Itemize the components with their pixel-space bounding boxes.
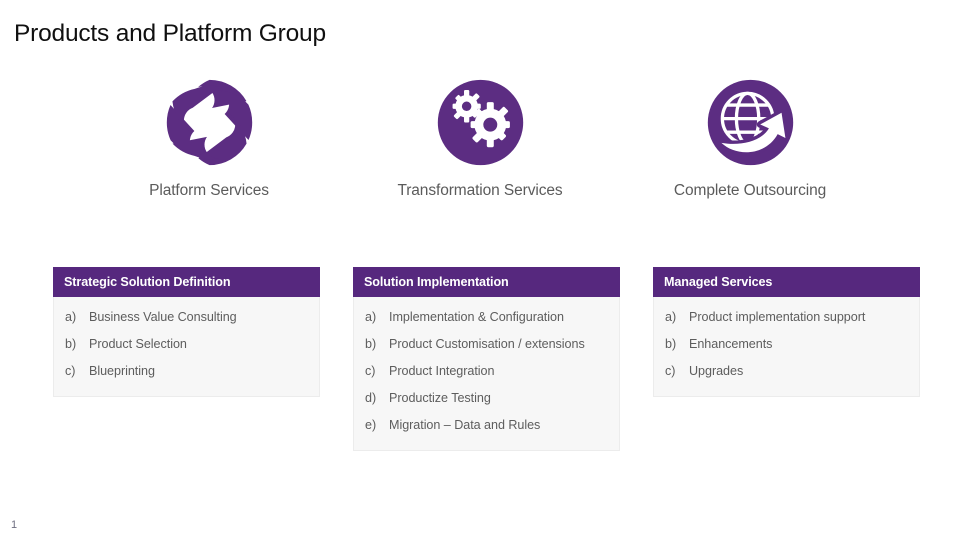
card-header: Managed Services — [653, 267, 920, 297]
card-header: Solution Implementation — [353, 267, 620, 297]
pillar-transformation-services[interactable]: Transformation Services — [345, 74, 615, 201]
card-header: Strategic Solution Definition — [53, 267, 320, 297]
list-item[interactable]: e) Migration – Data and Rules — [354, 412, 619, 439]
card-body: a) Business Value Consulting b) Product … — [53, 297, 320, 397]
list-item-marker: c) — [65, 364, 76, 378]
page-number: 1 — [11, 519, 18, 531]
pillar-complete-outsourcing[interactable]: Complete Outsourcing — [615, 74, 885, 201]
list-item[interactable]: a) Product implementation support — [654, 304, 919, 331]
list-item-marker: a) — [365, 310, 377, 324]
list-item[interactable]: c) Upgrades — [654, 358, 919, 385]
list-item-label: Business Value Consulting — [89, 310, 237, 324]
list-item-label: Blueprinting — [89, 364, 155, 378]
gears-icon — [437, 79, 523, 166]
list-item[interactable]: b) Product Customisation / extensions — [354, 331, 619, 358]
list-item-marker: b) — [665, 337, 677, 351]
list-item-label: Implementation & Configuration — [389, 310, 564, 324]
pillar-platform-services[interactable]: Platform Services — [74, 74, 344, 201]
pillar-caption: Platform Services — [149, 182, 269, 199]
slide-canvas: Products and Platform Group Platform Ser… — [0, 0, 960, 540]
card-solution-implementation: Solution Implementation a) Implementatio… — [353, 267, 620, 451]
list-item-label: Product Customisation / extensions — [389, 337, 585, 351]
list-item-label: Upgrades — [689, 364, 744, 378]
aperture-icon — [166, 79, 252, 166]
card-body: a) Implementation & Configuration b) Pro… — [353, 297, 620, 451]
list-item-marker: a) — [65, 310, 77, 324]
list-item-label: Enhancements — [689, 337, 773, 351]
page-title: Products and Platform Group — [14, 20, 326, 47]
list-item[interactable]: b) Enhancements — [654, 331, 919, 358]
pillar-caption: Complete Outsourcing — [673, 182, 827, 199]
list-item[interactable]: d) Productize Testing — [354, 385, 619, 412]
pillar-icon-row: Platform Services Transformation Service… — [0, 74, 960, 224]
list-item-marker: c) — [665, 364, 676, 378]
list-item-marker: b) — [365, 337, 377, 351]
list-item-label: Product Integration — [389, 364, 495, 378]
list-item-marker: a) — [665, 310, 677, 324]
list-item[interactable]: c) Blueprinting — [54, 358, 319, 385]
pillar-caption: Transformation Services — [397, 182, 563, 199]
list-item-label: Product implementation support — [689, 310, 866, 324]
list-item[interactable]: b) Product Selection — [54, 331, 319, 358]
globe-arrow-icon — [707, 79, 793, 166]
list-item-marker: e) — [365, 418, 377, 432]
list-item[interactable]: a) Business Value Consulting — [54, 304, 319, 331]
list-item-label: Product Selection — [89, 337, 187, 351]
list-item[interactable]: c) Product Integration — [354, 358, 619, 385]
list-item-label: Productize Testing — [389, 391, 491, 405]
card-strategic-solution-definition: Strategic Solution Definition a) Busines… — [53, 267, 320, 397]
card-body: a) Product implementation support b) Enh… — [653, 297, 920, 397]
list-item-label: Migration – Data and Rules — [389, 418, 541, 432]
list-item-marker: c) — [365, 364, 376, 378]
list-item[interactable]: a) Implementation & Configuration — [354, 304, 619, 331]
list-item-marker: b) — [65, 337, 77, 351]
card-managed-services: Managed Services a) Product implementati… — [653, 267, 920, 397]
list-item-marker: d) — [365, 391, 377, 405]
